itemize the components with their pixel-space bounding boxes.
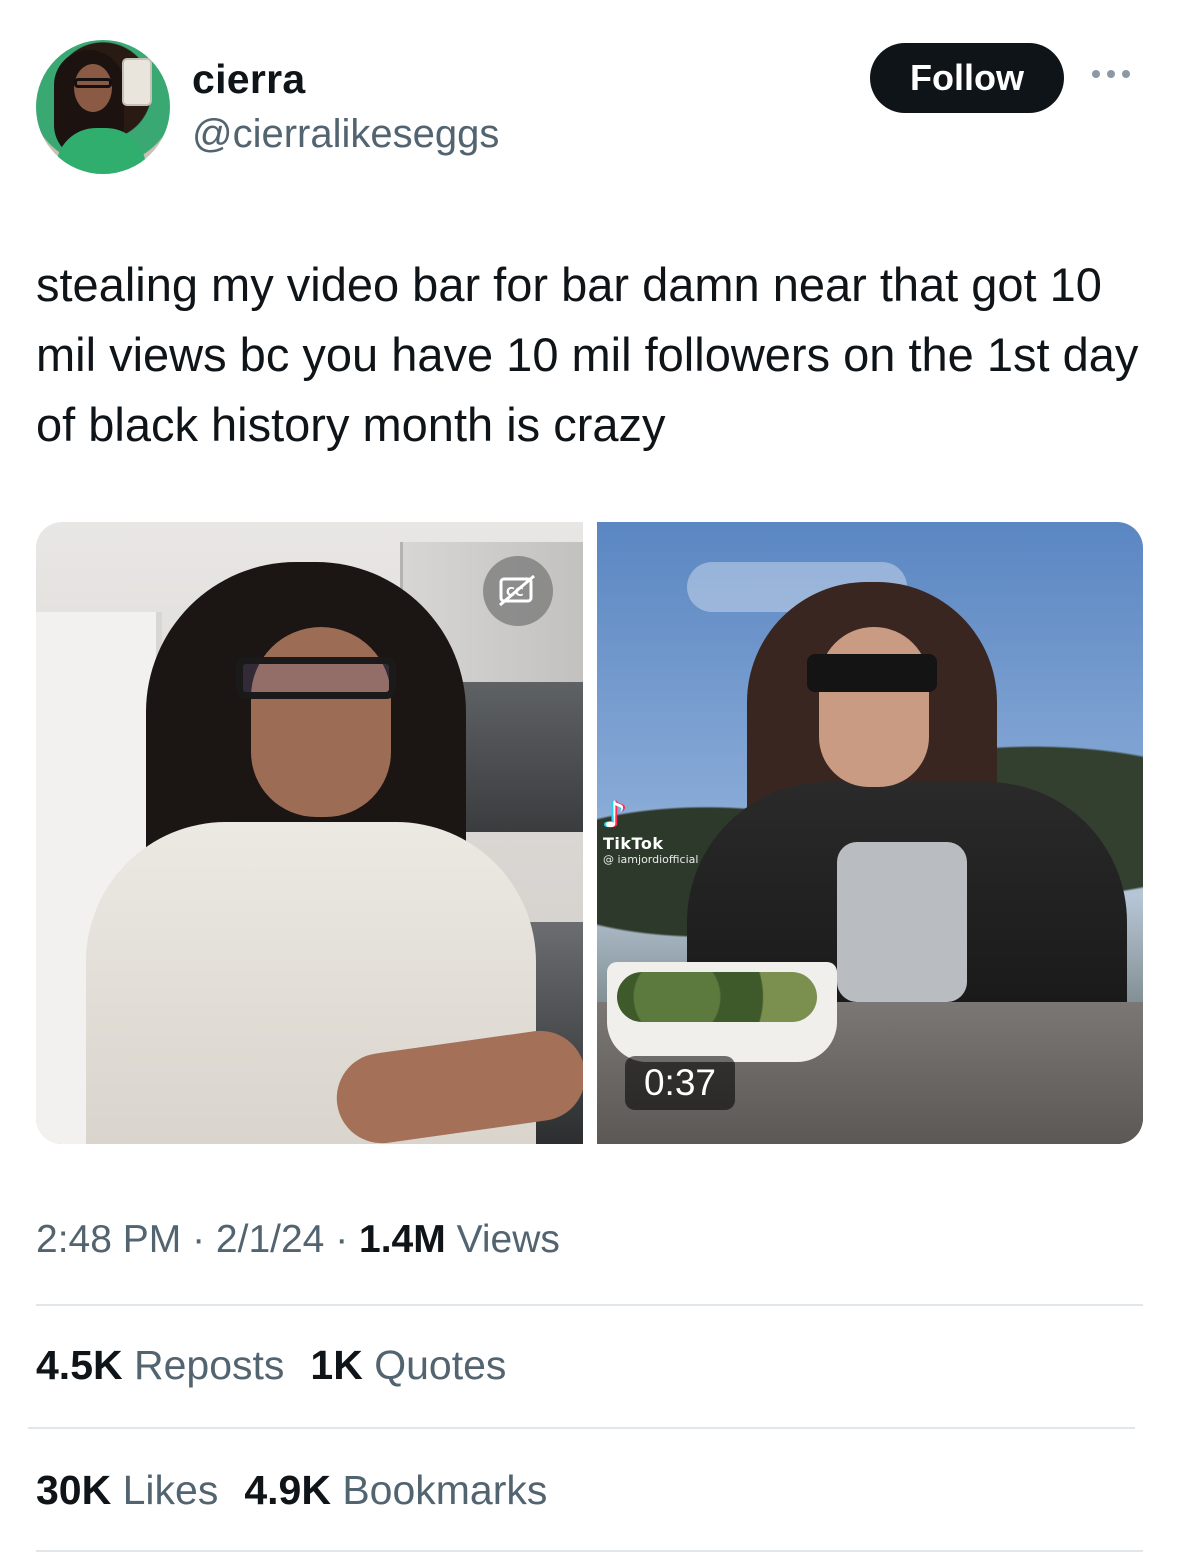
stats-row-likes: 30K Likes 4.9K Bookmarks bbox=[36, 1467, 547, 1514]
tiktok-brand: TikTok bbox=[603, 834, 664, 853]
views-count: 1.4M bbox=[359, 1218, 446, 1261]
scene-salad bbox=[617, 972, 817, 1022]
media-video-left[interactable]: CC bbox=[36, 522, 583, 1144]
user-avatar[interactable] bbox=[36, 40, 170, 174]
bookmarks-count: 4.9K bbox=[244, 1467, 331, 1513]
bookmarks-label: Bookmarks bbox=[330, 1467, 548, 1513]
divider bbox=[36, 1550, 1143, 1552]
divider bbox=[28, 1427, 1135, 1429]
reposts-label: Reposts bbox=[122, 1342, 285, 1388]
more-horizontal-icon[interactable] bbox=[1092, 64, 1138, 84]
likes-link[interactable]: 30K Likes bbox=[36, 1467, 218, 1513]
follow-button[interactable]: Follow bbox=[870, 43, 1064, 113]
person-face bbox=[251, 627, 391, 817]
tiktok-watermark: ♪ TikTok @ iamjordiofficial bbox=[603, 795, 699, 867]
tweet-date[interactable]: 2/1/24 bbox=[216, 1218, 324, 1261]
user-display-name[interactable]: cierra bbox=[192, 56, 306, 103]
views-label: Views bbox=[445, 1218, 560, 1261]
user-handle[interactable]: @cierralikeseggs bbox=[192, 112, 499, 157]
tiktok-username: @ iamjordiofficial bbox=[603, 853, 699, 866]
person-glasses bbox=[236, 657, 396, 699]
tiktok-logo-icon: ♪ bbox=[603, 795, 626, 836]
reposts-link[interactable]: 4.5K Reposts bbox=[36, 1342, 284, 1388]
avatar-glasses bbox=[74, 78, 112, 88]
likes-count: 30K bbox=[36, 1467, 112, 1513]
tweet-text: stealing my video bar for bar damn near … bbox=[36, 258, 1139, 451]
quotes-label: Quotes bbox=[362, 1342, 507, 1388]
stats-row-engagement: 4.5K Reposts 1K Quotes bbox=[36, 1342, 506, 1389]
reposts-count: 4.5K bbox=[36, 1342, 123, 1388]
tweet-meta: 2:48 PM · 2/1/24 · 1.4M Views bbox=[36, 1218, 560, 1262]
quotes-link[interactable]: 1K Quotes bbox=[310, 1342, 506, 1388]
quotes-count: 1K bbox=[310, 1342, 363, 1388]
likes-label: Likes bbox=[111, 1467, 219, 1513]
more-dot bbox=[1122, 70, 1130, 78]
avatar-phone bbox=[122, 58, 152, 106]
avatar-face bbox=[74, 64, 112, 112]
divider bbox=[36, 1304, 1143, 1306]
tweet-time[interactable]: 2:48 PM bbox=[36, 1218, 181, 1261]
bookmarks-link[interactable]: 4.9K Bookmarks bbox=[244, 1467, 547, 1513]
more-dot bbox=[1092, 70, 1100, 78]
media-video-right[interactable]: ♪ TikTok @ iamjordiofficial 0:37 bbox=[597, 522, 1143, 1144]
person-face bbox=[819, 627, 929, 787]
person-top bbox=[837, 842, 967, 1002]
closed-captions-off-icon[interactable]: CC bbox=[483, 556, 553, 626]
person-sunglasses bbox=[807, 654, 937, 692]
meta-separator: · bbox=[324, 1218, 360, 1261]
video-duration-badge: 0:37 bbox=[625, 1056, 735, 1110]
meta-separator: · bbox=[181, 1218, 216, 1261]
more-dot bbox=[1107, 70, 1115, 78]
